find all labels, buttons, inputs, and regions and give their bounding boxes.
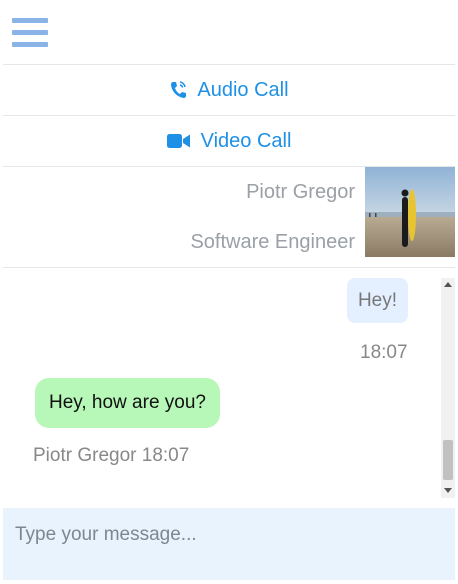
outgoing-message-time: 18:07: [360, 342, 408, 363]
contact-title: Software Engineer: [190, 231, 355, 253]
top-bar: [0, 0, 458, 64]
phone-icon: [169, 80, 187, 100]
outgoing-message-bubble: Hey!: [347, 278, 408, 323]
hamburger-menu-icon[interactable]: [12, 17, 48, 49]
message-input[interactable]: [3, 508, 455, 580]
scrollbar-thumb[interactable]: [443, 440, 453, 480]
video-call-button[interactable]: Video Call: [3, 116, 455, 166]
incoming-message-bubble: Hey, how are you?: [35, 378, 220, 428]
contact-card: Piotr Gregor Software Engineer: [3, 167, 455, 267]
scroll-up-arrow-icon[interactable]: [441, 278, 455, 292]
avatar[interactable]: [365, 167, 455, 257]
audio-call-label: Audio Call: [197, 78, 289, 101]
message-list[interactable]: Hey! 18:07 Hey, how are you? Piotr Grego…: [3, 278, 455, 498]
video-camera-icon: [166, 133, 191, 149]
divider: [3, 267, 455, 268]
chat-scrollbar[interactable]: [441, 278, 455, 498]
scroll-down-arrow-icon[interactable]: [441, 484, 455, 498]
contact-name: Piotr Gregor: [246, 181, 355, 203]
incoming-message-meta: Piotr Gregor 18:07: [33, 445, 190, 466]
video-call-label: Video Call: [200, 129, 292, 152]
audio-call-button[interactable]: Audio Call: [3, 65, 455, 115]
